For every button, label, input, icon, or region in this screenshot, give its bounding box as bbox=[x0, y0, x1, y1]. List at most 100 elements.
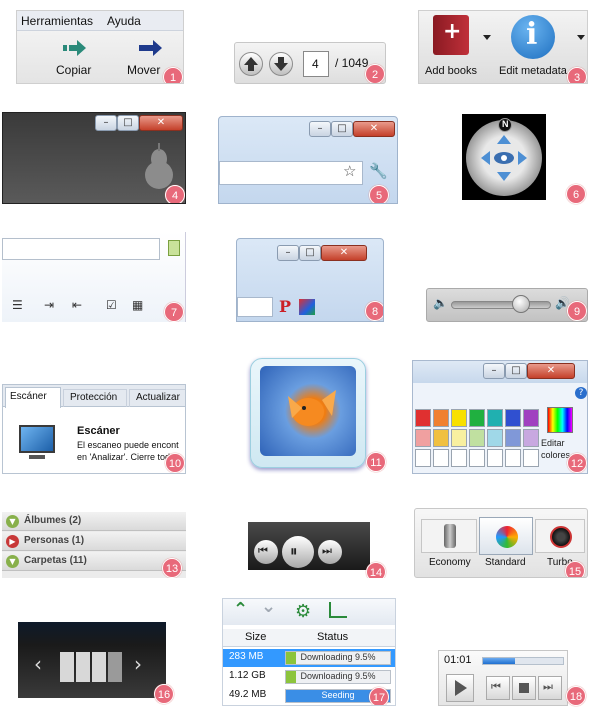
color-swatch[interactable] bbox=[523, 409, 539, 427]
minimize-button[interactable]: – bbox=[277, 245, 299, 261]
mode-economy[interactable] bbox=[421, 519, 477, 553]
column-size-header[interactable]: Size bbox=[245, 631, 266, 643]
copy-button[interactable]: Copiar bbox=[51, 37, 101, 83]
close-button[interactable]: ✕ bbox=[527, 363, 575, 379]
tab-proteccion[interactable]: Protección bbox=[63, 389, 127, 407]
address-bar[interactable] bbox=[237, 297, 273, 317]
page-down-button[interactable] bbox=[269, 52, 293, 76]
badge-16: 16 bbox=[154, 684, 174, 704]
next-button[interactable]: ⏭ bbox=[318, 540, 342, 564]
pause-button[interactable]: ⏸ bbox=[282, 536, 314, 568]
color-swatch[interactable] bbox=[505, 449, 521, 467]
tab-actualizar[interactable]: Actualizar bbox=[129, 389, 185, 407]
bullet-list-icon[interactable]: ☰ bbox=[12, 298, 23, 312]
expand-folders-icon[interactable]: ▼ bbox=[6, 555, 19, 568]
color-swatch[interactable] bbox=[451, 449, 467, 467]
menu-herramientas[interactable]: Herramientas bbox=[21, 14, 93, 28]
volume-thumb[interactable] bbox=[512, 295, 530, 313]
address-bar[interactable] bbox=[219, 161, 363, 185]
share-icon[interactable] bbox=[329, 602, 347, 618]
color-swatch[interactable] bbox=[487, 449, 503, 467]
color-swatch[interactable] bbox=[469, 409, 485, 427]
pinterest-icon[interactable]: P bbox=[279, 297, 291, 316]
previous-button[interactable]: ⏮ bbox=[254, 540, 278, 564]
color-swatch[interactable] bbox=[487, 409, 503, 427]
wrench-icon[interactable]: 🔧 bbox=[369, 162, 388, 180]
pan-arrows-icon[interactable] bbox=[479, 133, 529, 183]
volume-low-icon[interactable]: 🔈 bbox=[433, 296, 448, 310]
maximize-button[interactable]: □ bbox=[331, 121, 353, 137]
group-folders[interactable]: ▼ Carpetas (11) bbox=[2, 552, 186, 571]
mode-turbo[interactable] bbox=[535, 519, 585, 553]
move-down-icon[interactable]: ⌄ bbox=[261, 599, 276, 617]
indent-icon[interactable]: ⇥ bbox=[44, 298, 54, 312]
maximize-button[interactable]: □ bbox=[117, 115, 139, 131]
color-swatch[interactable] bbox=[451, 429, 467, 447]
color-swatch[interactable] bbox=[433, 449, 449, 467]
stop-button[interactable] bbox=[512, 676, 536, 700]
expand-albums-icon[interactable]: ▼ bbox=[6, 515, 19, 528]
table-icon[interactable]: ▦ bbox=[132, 298, 143, 312]
color-swatch[interactable] bbox=[433, 409, 449, 427]
column-status-header[interactable]: Status bbox=[317, 631, 348, 643]
color-swatch[interactable] bbox=[523, 429, 539, 447]
outdent-icon[interactable]: ⇤ bbox=[72, 298, 82, 312]
color-swatch[interactable] bbox=[451, 409, 467, 427]
close-button[interactable]: ✕ bbox=[353, 121, 395, 137]
color-swatch[interactable] bbox=[487, 429, 503, 447]
next-track-button[interactable]: ⏭ bbox=[538, 676, 562, 700]
color-swatch[interactable] bbox=[469, 429, 485, 447]
bookmark-star-icon[interactable]: ☆ bbox=[343, 162, 356, 180]
text-input[interactable] bbox=[2, 238, 160, 260]
torrent-status: Downloading 9.5% bbox=[300, 652, 376, 662]
group-albums[interactable]: ▼ Álbumes (2) bbox=[2, 512, 186, 531]
help-label: ? bbox=[578, 388, 584, 398]
settings-gear-icon[interactable]: ⚙ bbox=[295, 601, 311, 622]
battery-icon bbox=[444, 524, 456, 548]
close-button[interactable]: ✕ bbox=[139, 115, 183, 131]
move-up-icon[interactable]: ⌃ bbox=[233, 599, 248, 620]
minimize-button[interactable]: – bbox=[95, 115, 117, 131]
thumbnail-3[interactable] bbox=[92, 652, 106, 682]
add-books-button[interactable]: + Add books bbox=[423, 11, 493, 83]
thumbnail-1[interactable] bbox=[60, 652, 74, 682]
page-up-button[interactable] bbox=[239, 52, 263, 76]
add-books-dropdown-icon[interactable] bbox=[483, 35, 491, 40]
collapse-people-icon[interactable]: ▶ bbox=[6, 535, 19, 548]
table-row[interactable]: 283 MB Downloading 9.5% bbox=[223, 649, 395, 667]
minimize-button[interactable]: – bbox=[483, 363, 505, 379]
maximize-button[interactable]: □ bbox=[505, 363, 527, 379]
volume-track[interactable] bbox=[451, 301, 551, 309]
notes-icon[interactable] bbox=[168, 240, 180, 256]
color-swatch[interactable] bbox=[523, 449, 539, 467]
goldfish-icon bbox=[288, 390, 336, 426]
thumbnail-4[interactable] bbox=[108, 652, 122, 682]
image-addon-icon[interactable] bbox=[299, 299, 315, 315]
color-swatch[interactable] bbox=[505, 429, 521, 447]
close-button[interactable]: ✕ bbox=[321, 245, 367, 261]
help-button[interactable]: ? bbox=[575, 387, 587, 399]
page-number-input[interactable]: 4 bbox=[303, 51, 329, 77]
next-arrow-icon[interactable]: › bbox=[134, 652, 142, 676]
minimize-button[interactable]: – bbox=[309, 121, 331, 137]
color-swatch[interactable] bbox=[415, 449, 431, 467]
table-row[interactable]: 1.12 GB Downloading 9.5% bbox=[223, 668, 395, 686]
edit-metadata-dropdown-icon[interactable] bbox=[577, 35, 585, 40]
color-swatch[interactable] bbox=[469, 449, 485, 467]
play-button[interactable] bbox=[446, 674, 474, 702]
checkbox-icon[interactable]: ☑ bbox=[106, 298, 117, 312]
color-swatch[interactable] bbox=[433, 429, 449, 447]
previous-arrow-icon[interactable]: ‹ bbox=[34, 652, 42, 676]
color-swatch[interactable] bbox=[415, 429, 431, 447]
group-people[interactable]: ▶ Personas (1) bbox=[2, 532, 186, 551]
computer-icon bbox=[19, 425, 55, 453]
color-swatch[interactable] bbox=[505, 409, 521, 427]
maximize-button[interactable]: □ bbox=[299, 245, 321, 261]
color-swatch[interactable] bbox=[415, 409, 431, 427]
thumbnail-2[interactable] bbox=[76, 652, 90, 682]
mode-standard[interactable] bbox=[479, 517, 533, 555]
north-marker[interactable]: N bbox=[498, 118, 512, 132]
menu-ayuda[interactable]: Ayuda bbox=[107, 14, 141, 28]
previous-track-button[interactable]: ⏮ bbox=[486, 676, 510, 700]
tab-scanner[interactable]: Escáner bbox=[5, 387, 61, 408]
